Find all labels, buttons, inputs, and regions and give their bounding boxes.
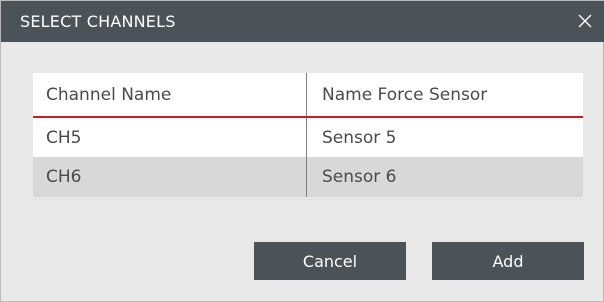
column-header-channel-name[interactable]: Channel Name — [33, 73, 306, 116]
table-header: Channel Name Name Force Sensor — [33, 73, 583, 118]
close-icon[interactable] — [574, 10, 596, 32]
channel-name-cell: CH6 — [46, 167, 82, 187]
dialog-title: SELECT CHANNELS — [20, 12, 176, 31]
dialog-titlebar: SELECT CHANNELS — [1, 1, 604, 42]
force-sensor-name-cell: Sensor 5 — [306, 118, 583, 157]
table-row[interactable]: CH6 Sensor 6 — [33, 157, 583, 197]
add-button[interactable]: Add — [432, 242, 584, 280]
column-header-name-force-sensor[interactable]: Name Force Sensor — [306, 73, 583, 116]
channels-table: Channel Name Name Force Sensor CH5 Senso… — [33, 73, 583, 200]
channel-name-cell: CH5 — [46, 127, 82, 148]
table-row[interactable]: CH5 Sensor 5 — [33, 118, 583, 157]
cancel-button[interactable]: Cancel — [254, 242, 406, 280]
force-sensor-name-cell: Sensor 6 — [306, 157, 583, 197]
select-channels-dialog: SELECT CHANNELS Channel Name Name Force … — [0, 0, 604, 302]
